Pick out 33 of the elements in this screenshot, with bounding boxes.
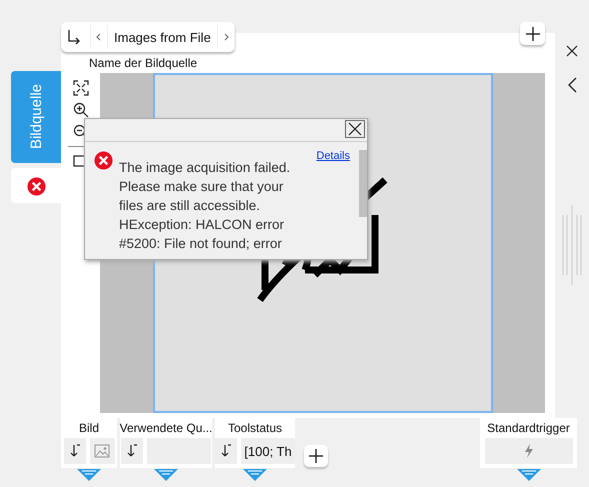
connect-button[interactable] — [215, 438, 238, 464]
resize-grip-icon[interactable] — [562, 205, 582, 285]
fit-screen-icon[interactable] — [72, 80, 88, 96]
error-tab[interactable] — [11, 168, 61, 203]
error-icon — [26, 176, 46, 196]
dropdown-triangle-icon[interactable] — [243, 469, 267, 481]
close-icon[interactable] — [566, 45, 578, 57]
chevron-left-icon[interactable] — [566, 77, 578, 93]
image-icon — [94, 443, 110, 459]
port-label: Toolstatus — [228, 421, 282, 437]
dropdown-triangle-icon[interactable] — [516, 469, 540, 481]
dropdown-triangle-icon[interactable] — [77, 469, 101, 481]
value-field: [100; Th — [241, 438, 295, 464]
zoom-in-icon[interactable] — [72, 102, 88, 118]
source-name-label: Name der Bildquelle — [89, 55, 198, 72]
add-button[interactable] — [304, 445, 328, 467]
port-label: Standardtrigger — [487, 421, 570, 437]
error-message: The image acquisition failed. Please make sure that your files are still accessible. HException: HALCON error #5200: File not found; error — [119, 159, 292, 253]
return-arrow-icon[interactable] — [66, 29, 82, 45]
close-button[interactable] — [345, 120, 365, 138]
scrollbar-thumb[interactable] — [359, 150, 367, 217]
port-label: Bild — [78, 421, 99, 437]
plus-icon — [524, 26, 540, 42]
dropdown-triangle-icon[interactable] — [154, 469, 178, 481]
close-icon — [347, 121, 363, 137]
breadcrumb-label[interactable]: Images from File — [108, 30, 217, 44]
connect-button[interactable] — [64, 438, 86, 464]
add-button[interactable] — [520, 22, 545, 45]
connect-button[interactable] — [121, 438, 143, 464]
plus-icon — [308, 448, 324, 464]
error-icon — [94, 151, 113, 170]
details-link[interactable]: Details — [316, 150, 350, 253]
port-label: Verwendete Qu... — [120, 421, 212, 437]
